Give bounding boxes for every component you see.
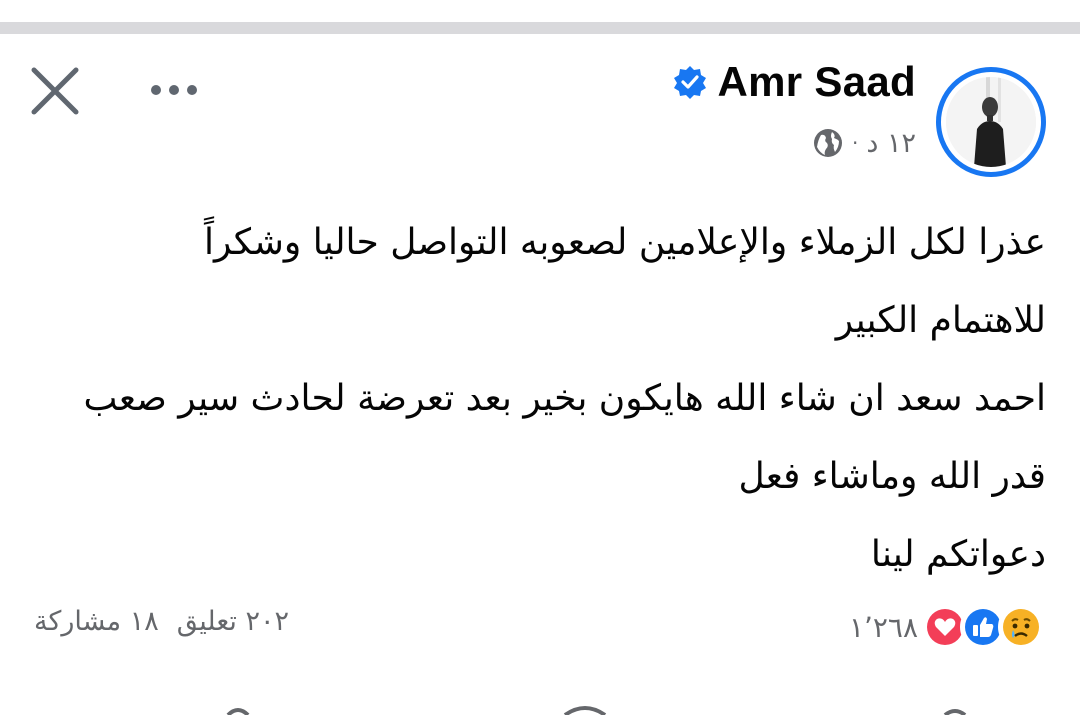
post-line: قدر الله وماشاء فعل	[738, 456, 1046, 497]
post-stats: ١٬٢٦٨ ٢٠٢ تعليق ١٨ مشاركة	[34, 604, 1044, 650]
shares-count[interactable]: ١٨ مشاركة	[34, 606, 159, 637]
verified-badge-icon	[673, 66, 706, 99]
avatar[interactable]	[936, 67, 1046, 177]
meta-separator: ·	[852, 131, 859, 155]
profile-photo-icon	[946, 77, 1036, 167]
engagement-counts: ٢٠٢ تعليق ١٨ مشاركة	[34, 606, 289, 637]
close-button[interactable]	[28, 64, 82, 118]
globe-icon	[814, 129, 843, 157]
reactions-summary[interactable]: ١٬٢٦٨	[849, 604, 1044, 650]
close-icon	[31, 67, 79, 115]
post-line: للاهتمام الكبير	[835, 300, 1046, 341]
cropped-action-icons	[226, 706, 967, 717]
post-line: احمد سعد ان شاء الله هايكون بخير بعد تعر…	[83, 378, 1046, 419]
sheet-handle-bar	[0, 22, 1080, 34]
more-options-button[interactable]	[146, 70, 210, 110]
status-bar-area	[0, 0, 1080, 22]
reactions-count: ١٬٢٦٨	[848, 610, 918, 644]
sad-reaction-icon	[998, 604, 1044, 650]
post-line: دعواتكم لينا	[870, 534, 1046, 575]
post-text: عذرا لكل الزملاء والإعلامين لصعوبه التوا…	[36, 204, 1046, 594]
more-dots-icon	[151, 85, 197, 95]
action-bar-partial	[0, 700, 1080, 717]
comments-count[interactable]: ٢٠٢ تعليق	[177, 606, 289, 637]
post-line: عذرا لكل الزملاء والإعلامين لصعوبه التوا…	[204, 222, 1046, 263]
author-header: Amr Saad	[672, 58, 916, 106]
reaction-icons	[922, 604, 1044, 650]
post-time[interactable]: ١٢ د	[866, 128, 916, 159]
author-name[interactable]: Amr Saad	[718, 58, 916, 106]
post-meta: · ١٢ د	[812, 127, 916, 159]
avatar-photo	[946, 77, 1036, 167]
